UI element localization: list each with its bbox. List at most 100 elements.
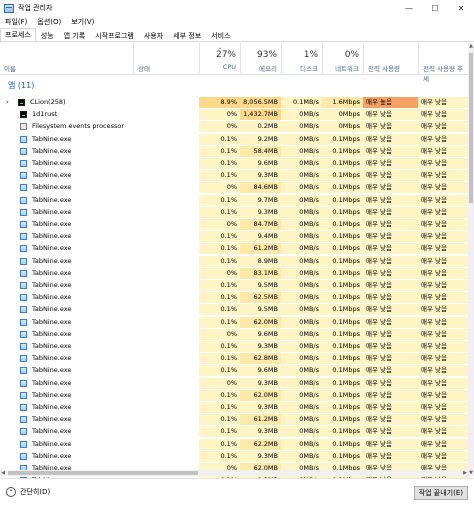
process-row[interactable]: TabNine.exe0.1%9.3MB0MB/s0.1Mbps매우 낮음매우 … bbox=[0, 341, 468, 352]
group-row-apps[interactable]: 앱 (11) bbox=[0, 80, 468, 91]
process-row[interactable]: Filesystem events processor 0% 0.2MB 0MB/s 0… bbox=[0, 121, 468, 133]
power-trend-value: 매우 낮음 bbox=[418, 255, 468, 267]
process-name: TabNine.exe bbox=[32, 415, 72, 424]
column-power[interactable]: 전력 사용량 bbox=[363, 43, 418, 75]
process-row[interactable]: TabNine.exe 0.1% 9.5MB 0MB/s 0.1Mbps 매우 낮음 매우 … bbox=[0, 280, 468, 291]
process-row[interactable]: TabNine.exe 0.1% 62.0MB 0MB/s 0.1Mbps 매우 낮음 매우… bbox=[0, 316, 468, 328]
process-row[interactable]: TabNine.exe 0.1% 9.6MB 0MB/s 0.1Mbps 매우 낮음 매우 … bbox=[0, 158, 468, 169]
tab-services[interactable]: 서비스 bbox=[206, 29, 235, 41]
process-row[interactable]: TabNine.exe 0% 9.3MB 0MB/s 0.1Mbps 매우 낮음 매우 낮음 bbox=[0, 377, 468, 389]
cpu-value: 0% bbox=[199, 182, 240, 194]
process-row[interactable]: › CLion(258) 8.9% 8,056.5MB 0.1MB/s 1.6Mbps 매우… bbox=[0, 97, 468, 108]
column-status[interactable]: 상태 bbox=[133, 43, 199, 75]
process-row[interactable]: TabNine.exe 0.1% 61.2MB 0MB/s 0.1Mbps 매우 낮음 매우… bbox=[0, 243, 468, 255]
network-value: 0.1Mbps bbox=[322, 341, 363, 352]
memory-value: 9.3MB bbox=[240, 377, 281, 389]
exe-icon bbox=[20, 147, 27, 155]
scroll-down-icon[interactable]: ▼ bbox=[468, 470, 474, 476]
process-row[interactable]: TabNine.exe0.1%9.3MB0MB/s0.1Mbps매우 낮음매우 … bbox=[0, 426, 468, 438]
process-row[interactable]: TabNine.exe 0.1% 9.7MB 0MB/s 0.1Mbps 매우 낮음 매우 … bbox=[0, 194, 468, 206]
process-row[interactable]: TabNine.exe0.1%9.3MB0MB/s0.1Mbps매우 낮음매우 … bbox=[0, 402, 468, 413]
process-name: 1d1rust bbox=[32, 110, 58, 119]
tab-details[interactable]: 세부 정보 bbox=[168, 29, 206, 41]
tab-processes[interactable]: 프로세스 bbox=[0, 28, 36, 41]
scroll-right-icon[interactable]: ▶ bbox=[462, 470, 468, 476]
process-name: TabNine.exe bbox=[32, 268, 72, 277]
process-row[interactable]: TabNine.exe 0.1% 62.2MB 0MB/s 0.1Mbps 매우 낮음 매우… bbox=[0, 438, 468, 450]
process-row[interactable]: TabNine.exe 0% 83.1MB 0MB/s 0.1Mbps 매우 낮음 매우 낮… bbox=[0, 267, 468, 279]
tab-startup[interactable]: 시작프로그램 bbox=[90, 29, 139, 41]
tab-performance[interactable]: 성능 bbox=[36, 29, 59, 41]
power-trend-value: 매우 낮음 bbox=[418, 450, 468, 462]
tab-app-history[interactable]: 앱 기록 bbox=[59, 29, 91, 41]
process-row[interactable]: TabNine.exe0.1%9.3MB0MB/s0.1Mbps매우 낮음매우 … bbox=[0, 206, 468, 218]
close-button[interactable]: ✕ bbox=[448, 0, 474, 16]
exe-icon bbox=[20, 221, 27, 228]
disk-value: 0MB/s bbox=[281, 316, 322, 328]
maximize-button[interactable]: ☐ bbox=[422, 0, 448, 16]
process-name: TabNine.exe bbox=[32, 293, 72, 302]
vertical-scroll-thumb[interactable] bbox=[469, 53, 473, 203]
vertical-scrollbar[interactable]: ▲ ▼ bbox=[468, 43, 474, 476]
power-usage-value: 매우 높음 bbox=[363, 97, 418, 108]
process-row[interactable]: TabNine.exe 0.1% 58.4MB 0MB/s 0.1Mbps 매우 낮음 매우… bbox=[0, 145, 468, 157]
process-row[interactable]: TabNine.exe 0% 84.6MB 0MB/s 0.1Mbps 매우 낮음 매우 낮… bbox=[0, 182, 468, 194]
scroll-left-icon[interactable]: ◀ bbox=[0, 470, 6, 476]
process-row[interactable]: TabNine.exe 0.1% 9.6MB 0MB/s 0.1Mbps 매우 낮음 매우 … bbox=[0, 365, 468, 377]
minimize-button[interactable]: — bbox=[396, 0, 422, 16]
menu-view[interactable]: 보기(V) bbox=[66, 17, 99, 27]
exe-icon bbox=[20, 355, 27, 363]
menu-file[interactable]: 파일(F) bbox=[0, 17, 32, 27]
process-row[interactable]: TabNine.exe0.1%9.3MB0MB/s0.1Mbps매우 낮음매우 … bbox=[0, 170, 468, 182]
power-trend-value: 매우 낮음 bbox=[418, 292, 468, 304]
exe-icon bbox=[20, 452, 27, 460]
memory-value: 0.2MB bbox=[240, 121, 281, 133]
column-memory[interactable]: 93% 메모리 bbox=[240, 43, 281, 75]
power-usage-value: 매우 낮음 bbox=[363, 450, 418, 462]
title-bar[interactable]: 작업 관리자 — ☐ ✕ bbox=[0, 0, 474, 16]
process-row[interactable]: TabNine.exe 0.1% 9.4MB 0MB/s 0.1Mbps 매우 낮음 매우 … bbox=[0, 231, 468, 243]
horizontal-scrollbar[interactable]: ◀ ▶ bbox=[0, 470, 468, 476]
column-name[interactable]: 이름 bbox=[0, 43, 133, 75]
process-row[interactable]: TabNine.exe0.1%9.3MB0MB/s0.1Mbps매우 낮음매우 … bbox=[0, 450, 468, 462]
cpu-value: 0.1% bbox=[199, 243, 240, 255]
network-value: 0.1Mbps bbox=[322, 206, 363, 218]
disk-value: 0MB/s bbox=[281, 304, 322, 316]
process-row[interactable]: TabNine.exe 0.1% 62.5MB 0MB/s 0.1Mbps 매우 낮음 매우… bbox=[0, 292, 468, 304]
process-name: TabNine.exe bbox=[32, 329, 72, 338]
process-row[interactable]: TabNine.exe 0.1% 62.8MB 0MB/s 0.1Mbps 매우 낮음 매우… bbox=[0, 353, 468, 365]
fewer-details-button[interactable]: ⌃ 간단히(D) bbox=[6, 486, 50, 498]
disk-value: 0MB/s bbox=[281, 402, 322, 413]
column-disk[interactable]: 1% 디스크 bbox=[281, 43, 322, 75]
menu-options[interactable]: 옵션(O) bbox=[32, 17, 66, 27]
power-usage-value: 매우 낮음 bbox=[363, 109, 418, 121]
process-row[interactable]: TabNine.exe 0.1% 61.2MB 0MB/s 0.1Mbps 매우 낮음 매우… bbox=[0, 414, 468, 426]
process-row[interactable]: TabNine.exe 0.1% 9.5MB 0MB/s 0.1Mbps 매우 낮음 매우 … bbox=[0, 304, 468, 316]
memory-value: 9.5MB bbox=[240, 280, 281, 291]
process-row[interactable]: TabNine.exe 0.1% 8.9MB 0MB/s 0.1Mbps 매우 낮음 매우 … bbox=[0, 255, 468, 267]
cpu-value: 0% bbox=[199, 328, 240, 340]
process-row[interactable]: TabNine.exe 0% 9.6MB 0MB/s 0.1Mbps 매우 낮음 매우 낮음 bbox=[0, 328, 468, 340]
power-usage-value: 매우 낮음 bbox=[363, 255, 418, 267]
process-row[interactable]: TabNine.exe 0% 84.7MB 0MB/s 0.1Mbps 매우 낮음 매우 낮… bbox=[0, 219, 468, 230]
exe-icon bbox=[20, 282, 27, 289]
power-trend-value: 매우 낮음 bbox=[418, 426, 468, 438]
column-cpu[interactable]: ⌄ 27% CPU bbox=[199, 43, 240, 75]
power-trend-value: 매우 낮음 bbox=[418, 206, 468, 218]
process-name: TabNine.exe bbox=[32, 378, 72, 387]
memory-value: 58.4MB bbox=[240, 145, 281, 157]
horizontal-scroll-thumb[interactable] bbox=[8, 471, 198, 475]
disk-value: 0MB/s bbox=[281, 341, 322, 352]
exe-icon bbox=[20, 367, 27, 375]
process-row[interactable]: 1d1rust 0% 1,432.7MB 0MB/s 0Mbps 매우 낮음 매우 낮음 bbox=[0, 109, 468, 121]
process-row[interactable]: TabNine.exe 0.1% 62.0MB 0MB/s 0.1Mbps 매우 낮음 매우… bbox=[0, 389, 468, 401]
exe-icon bbox=[20, 343, 27, 350]
column-power-trend[interactable]: 전력 사용량 추세 bbox=[418, 43, 468, 83]
scroll-up-icon[interactable]: ▲ bbox=[468, 43, 474, 49]
process-row[interactable]: TabNine.exe 0.1% 9.2MB 0MB/s 0.1Mbps 매우 낮음 매우 … bbox=[0, 133, 468, 145]
process-name: CLion(258) bbox=[30, 98, 66, 106]
column-network[interactable]: 0% 네트워크 bbox=[322, 43, 363, 75]
expand-chevron-icon[interactable]: › bbox=[6, 97, 9, 108]
tab-users[interactable]: 사용자 bbox=[139, 29, 168, 41]
end-task-button[interactable]: 작업 끝내기(E) bbox=[413, 486, 468, 500]
